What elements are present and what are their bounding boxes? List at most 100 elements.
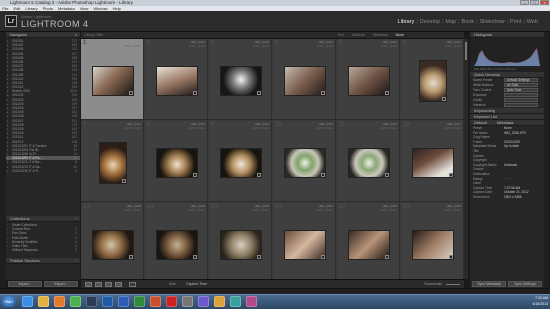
photo-thumbnail[interactable]	[155, 66, 198, 96]
row-control[interactable]	[504, 98, 538, 102]
loupe-view-icon[interactable]	[95, 282, 102, 287]
photo-cell[interactable]: 14 IMG_3249 3456 x 2304	[145, 203, 208, 279]
add-icon[interactable]: +	[75, 258, 77, 264]
photo-thumbnail[interactable]	[219, 148, 262, 178]
photo-cell[interactable]: 15 IMG_3250 3456 x 2304	[209, 203, 272, 279]
photo-cell[interactable]: 13 IMG_3248 3456 x 2304	[81, 203, 144, 279]
photo-cell[interactable]: 1 IMG_3236 2304 x 3456	[81, 39, 144, 120]
module-library[interactable]: Library	[398, 19, 415, 25]
photo-cell[interactable]: 12 IMG_3247 3456 x 2304	[401, 121, 464, 202]
app-icon[interactable]	[230, 296, 241, 307]
close-button[interactable]: ×	[540, 0, 549, 5]
metadata-badge-icon	[192, 173, 197, 177]
sort-select[interactable]: Capture Time	[186, 280, 207, 288]
compare-view-icon[interactable]	[105, 282, 112, 287]
photo-cell[interactable]: 10 IMG_3245 3456 x 2304	[273, 121, 336, 202]
filter-text[interactable]: Text	[338, 32, 344, 39]
lightroom-icon[interactable]	[86, 296, 97, 307]
word-icon[interactable]	[118, 296, 129, 307]
module-slideshow[interactable]: Slideshow	[480, 19, 505, 25]
grid-scrollbar[interactable]	[464, 39, 468, 279]
filter-none[interactable]: None	[396, 32, 404, 39]
minimize-button[interactable]: –	[520, 0, 529, 5]
excel-icon[interactable]	[134, 296, 145, 307]
metadata-value[interactable]: 2304 x 3456	[504, 195, 522, 200]
photo-cell[interactable]: 4 IMG_3239 3456 x 2304	[273, 39, 336, 120]
photoshop-icon[interactable]	[102, 296, 113, 307]
disclosure-triangle-icon[interactable]: ▸	[7, 169, 9, 173]
media-icon[interactable]	[54, 296, 65, 307]
photo-thumbnail[interactable]	[155, 230, 198, 260]
photo-cell[interactable]: 11 IMG_3246 3456 x 2304	[337, 121, 400, 202]
photo-thumbnail[interactable]	[347, 66, 390, 96]
navigator-header[interactable]: Navigator ◂	[6, 32, 80, 38]
photo-cell[interactable]: 6 IMG_3241 2304 x 3456	[401, 39, 464, 120]
app-icon[interactable]	[214, 296, 225, 307]
app-icon[interactable]	[198, 296, 209, 307]
photo-thumbnail[interactable]	[91, 230, 134, 260]
row-control[interactable]	[504, 93, 538, 97]
powerpoint-icon[interactable]	[150, 296, 161, 307]
photo-thumbnail[interactable]	[418, 60, 447, 102]
photo-thumbnail[interactable]	[91, 66, 134, 96]
chrome-icon[interactable]	[70, 296, 81, 307]
system-tray: 7:20 AM 4/10/2013	[488, 295, 548, 308]
photo-cell[interactable]: 8 IMG_3243 3456 x 2304	[145, 121, 208, 202]
export-button[interactable]: Export...	[44, 281, 78, 287]
ie-icon[interactable]	[22, 296, 33, 307]
photo-thumbnail[interactable]	[283, 230, 326, 260]
grid-view-icon[interactable]	[85, 282, 92, 287]
row-control[interactable]: Default Settings	[504, 78, 538, 82]
photo-thumbnail[interactable]	[411, 148, 454, 178]
photo-thumbnail[interactable]	[347, 230, 390, 260]
photo-cell[interactable]: 9 IMG_3244 3456 x 2304	[209, 121, 272, 202]
module-web[interactable]: Web	[527, 19, 538, 25]
scroll-thumb[interactable]	[465, 42, 467, 60]
photo-thumbnail[interactable]	[283, 66, 326, 96]
metadata-preset-select[interactable]: Default	[474, 120, 487, 125]
photo-cell[interactable]: 3 IMG_3238 3456 x 2304	[209, 39, 272, 120]
photo-thumbnail[interactable]	[155, 148, 198, 178]
painter-icon[interactable]	[129, 282, 136, 287]
photo-cell[interactable]: 17 IMG_3252 3456 x 2304	[337, 203, 400, 279]
sync-metadata-button[interactable]: Sync Metadata	[472, 281, 506, 287]
photo-cell[interactable]: 18 IMG_3253 3456 x 2304	[401, 203, 464, 279]
start-button[interactable]: Start	[1, 296, 16, 307]
module-map[interactable]: Map	[445, 19, 456, 25]
app-icon[interactable]	[246, 296, 257, 307]
thumbnail-size-slider[interactable]	[446, 284, 460, 285]
photo-thumbnail[interactable]	[98, 142, 127, 184]
photo-cell[interactable]: 2 IMG_3237 2304 x 3456	[145, 39, 208, 120]
import-button[interactable]: Import...	[8, 281, 42, 287]
survey-view-icon[interactable]	[115, 282, 122, 287]
collections-header[interactable]: Collections +	[6, 216, 80, 222]
photo-thumbnail[interactable]	[283, 148, 326, 178]
maximize-button[interactable]: □	[530, 0, 539, 5]
photo-cell[interactable]: 5 IMG_3240 3456 x 2304	[337, 39, 400, 120]
cell-index: 12	[403, 122, 410, 128]
photo-thumbnail[interactable]	[347, 148, 390, 178]
photo-cell[interactable]: 7 IMG_3242 2304 x 3456	[81, 121, 144, 202]
row-control[interactable]: Auto Tone	[504, 88, 538, 92]
filter-metadata[interactable]: Metadata	[373, 32, 388, 39]
module-develop[interactable]: Develop	[420, 19, 440, 25]
filter-attribute[interactable]: Attribute	[352, 32, 365, 39]
row-control[interactable]: As Shot	[504, 83, 538, 87]
right-panel-edge[interactable]	[544, 32, 550, 288]
photo-cell[interactable]: 16 IMG_3251 3456 x 2304	[273, 203, 336, 279]
pdf-icon[interactable]	[166, 296, 177, 307]
publish-services-header[interactable]: Publish Services +	[6, 258, 80, 264]
photo-thumbnail[interactable]	[411, 230, 454, 260]
add-icon[interactable]: +	[75, 216, 77, 222]
row-control[interactable]	[504, 103, 538, 107]
folder-icon[interactable]	[38, 296, 49, 307]
collections-label: Collections	[10, 216, 30, 221]
photo-thumbnail[interactable]	[219, 66, 262, 96]
app-icon[interactable]	[182, 296, 193, 307]
module-book[interactable]: Book	[462, 19, 475, 25]
sync-settings-button[interactable]: Sync Settings	[508, 281, 542, 287]
module-print[interactable]: Print	[510, 19, 521, 25]
folder-row[interactable]: ▸ 2012/12/15 IT & Fl... 9	[6, 169, 80, 173]
photo-thumbnail[interactable]	[219, 230, 262, 260]
collection-row[interactable]: ▪ Without Keywords 0	[6, 248, 80, 252]
